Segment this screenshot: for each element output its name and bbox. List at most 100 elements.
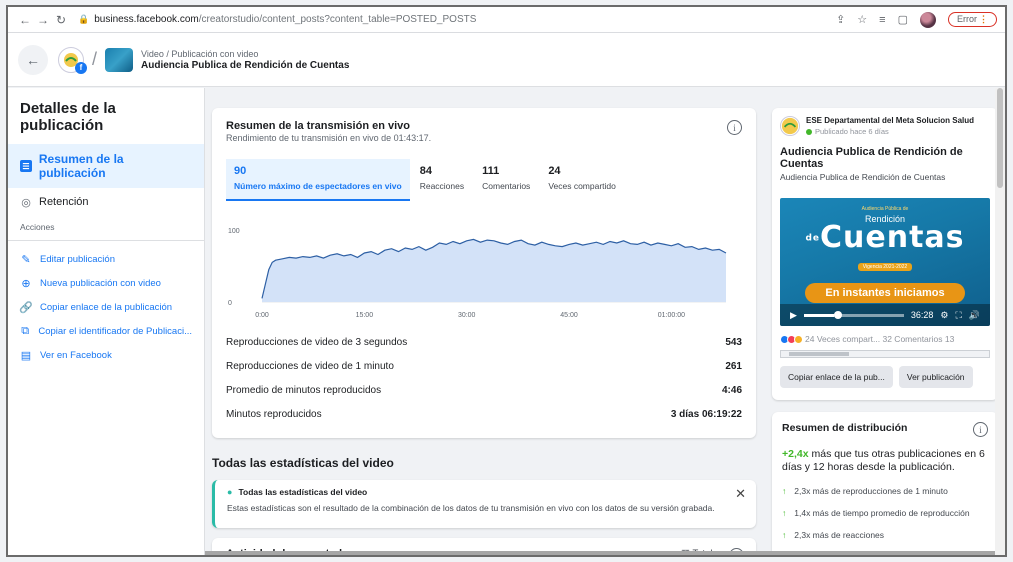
page-avatar (780, 116, 800, 136)
distribution-item: ↑ 1,4x más de tiempo promedio de reproduc… (782, 508, 970, 519)
live-summary-card: Resumen de la transmisión en vivo Rendim… (212, 108, 756, 438)
vertical-scrollbar[interactable] (995, 88, 1005, 555)
y-tick-label: 0 (228, 300, 232, 307)
video-player[interactable]: Audiencia Pública de Rendición deCuentas… (780, 198, 990, 326)
profile-avatar[interactable] (920, 11, 936, 28)
breadcrumb: Video / Publicación con video (141, 48, 259, 59)
sidebar-item-retention[interactable]: ◎ Retención (8, 188, 204, 216)
summary-icon: ☰ (20, 160, 32, 172)
menu-dots-icon: ⋮ (979, 14, 988, 24)
reading-list-icon[interactable]: ≡ (879, 14, 885, 26)
x-tick-label: 30:00 (458, 312, 476, 319)
chart-area (262, 239, 726, 302)
metric-shares[interactable]: 24 Veces compartido (540, 159, 624, 201)
error-button[interactable]: Error ⋮ (948, 12, 997, 27)
lock-icon: 🔒 (78, 14, 90, 24)
post-stats: 24 Veces compart... 32 Comentarios 13 (780, 334, 990, 344)
horizontal-scrollbar[interactable] (780, 350, 990, 358)
url-host: business.facebook.com (94, 14, 199, 25)
fullscreen-icon[interactable]: ⛶ (955, 310, 961, 321)
sidebar-title: Detalles de la publicación (20, 100, 116, 134)
close-icon[interactable]: ✕ (735, 486, 746, 502)
link-icon: 🔗 (19, 301, 33, 314)
copy-post-link-button[interactable]: Copiar enlace de la pub... (780, 366, 893, 388)
split-view-icon[interactable]: ▢ (898, 13, 908, 26)
sidebar: Detalles de la publicación ☰ Resumen de … (8, 88, 205, 555)
reactions-icon (780, 334, 803, 344)
distribution-summary-card: Resumen de distribución i +2,4x más que … (772, 412, 998, 555)
post-page-name[interactable]: ESE Departamental del Meta Solucion Salu… (806, 116, 976, 125)
stats-list: Reproducciones de video de 3 segundos 543… (226, 330, 742, 426)
breadcrumb-separator: / (92, 49, 98, 69)
distribution-lead: +2,4x más que tus otras publicaciones en… (782, 448, 985, 474)
x-tick-label: 45:00 (560, 312, 578, 319)
page-header: ← f / Video / Publicación con video Audi… (8, 33, 1005, 87)
reload-icon[interactable]: ↻ (52, 13, 70, 27)
page-logo: f (58, 46, 87, 74)
video-cta-banner: En instantes iniciamos (805, 283, 965, 303)
sidebar-item-summary[interactable]: ☰ Resumen de la publicación (8, 144, 204, 188)
stat-row: Promedio de minutos reproducidos 4:46 (226, 384, 742, 396)
stat-row: Reproducciones de video de 3 segundos 543 (226, 336, 742, 348)
info-icon[interactable]: i (727, 120, 742, 135)
view-post-button[interactable]: Ver publicación (898, 366, 973, 388)
distribution-item: ↑ 2,3x más de reacciones (782, 530, 885, 541)
metric-peak-viewers[interactable]: 90 Número máximo de espectadores en vivo (226, 159, 410, 201)
distribution-item: ↑ 2,3x más de reproducciones de 1 minuto (782, 486, 948, 497)
browser-window: ← → ↻ 🔒 business.facebook.com/creatorstu… (6, 5, 1007, 557)
play-icon[interactable]: ▶ (790, 310, 797, 321)
back-button[interactable]: ← (18, 44, 48, 75)
facebook-icon: f (75, 61, 87, 74)
retention-icon: ◎ (21, 196, 31, 209)
stat-row: Reproducciones de video de 1 minuto 261 (226, 360, 742, 372)
star-icon[interactable]: ☆ (857, 13, 867, 26)
share-icon[interactable]: ⇪ (836, 13, 845, 26)
bottom-scrollbar[interactable] (205, 551, 995, 555)
volume-icon[interactable]: 🔊 (969, 310, 980, 321)
copy-id-action[interactable]: ⧉ Copiar el identificador de Publicaci... (8, 319, 204, 343)
calendar-icon: ▤ (20, 349, 32, 362)
x-tick-label: 0:00 (255, 312, 269, 319)
edit-post-link[interactable]: ✎ Editar publicación (8, 247, 204, 271)
post-published: Publicado hace 6 días (815, 127, 889, 136)
video-thumbnail (105, 47, 134, 72)
forward-arrow-icon[interactable]: → (34, 13, 52, 27)
info-icon[interactable]: i (973, 422, 988, 437)
settings-gear-icon[interactable]: ⚙ (940, 310, 948, 321)
all-stats-heading: Todas las estadísticas del video (212, 456, 394, 470)
copy-icon: ⧉ (21, 324, 30, 337)
arrow-up-icon: ↑ (782, 508, 787, 519)
y-tick-label: 100 (228, 228, 240, 235)
metric-reactions[interactable]: 84 Reacciones (412, 159, 472, 201)
url-path: /creatorstudio/content_posts?content_tab… (198, 14, 477, 25)
bulb-icon: ● (227, 487, 233, 497)
address-bar[interactable]: 🔒 business.facebook.com/creatorstudio/co… (78, 14, 836, 25)
back-arrow-icon[interactable]: ← (16, 13, 34, 27)
pencil-icon: ✎ (21, 253, 31, 266)
live-summary-title: Resumen de la transmisión en vivo (226, 120, 411, 132)
video-progress[interactable] (803, 310, 904, 319)
distribution-title: Resumen de distribución (782, 422, 908, 434)
post-title: Audiencia Publica de Rendición de Cuenta… (780, 146, 963, 170)
viewers-area-chart: 100 0 0:00 15:00 30:00 45:00 01:00:00 (228, 228, 727, 319)
video-controls: ▶ 36:28 ⚙ ⛶ 🔊 (780, 304, 990, 326)
arrow-up-icon: ↑ (782, 530, 787, 541)
metric-tabs: 90 Número máximo de espectadores en vivo… (226, 159, 742, 201)
live-summary-subtitle: Rendimiento de tu transmisión en vivo de… (226, 133, 432, 143)
view-on-facebook-link[interactable]: ▤ Ver en Facebook (8, 343, 204, 367)
new-video-post-link[interactable]: ⊕ Nueva publicación con video (8, 271, 204, 295)
post-description: Audiencia Publica de Rendición de Cuenta… (780, 172, 946, 182)
plus-circle-icon: ⊕ (21, 277, 31, 290)
x-tick-label: 01:00:00 (658, 312, 685, 319)
copy-link-action[interactable]: 🔗 Copiar enlace de la publicación (8, 295, 204, 319)
video-time: 36:28 (910, 310, 934, 320)
actions-section-label: Acciones (8, 216, 204, 241)
metric-comments[interactable]: 111 Comentarios (474, 159, 538, 201)
all-stats-notice: ● Todas las estadísticas del video Estas … (212, 480, 756, 528)
published-dot-icon (806, 128, 812, 135)
stat-row: Minutos reproducidos 3 días 06:19:22 (226, 408, 742, 420)
browser-toolbar: ← → ↻ 🔒 business.facebook.com/creatorstu… (8, 7, 1005, 33)
post-preview-card: ESE Departamental del Meta Solucion Salu… (772, 108, 998, 400)
arrow-up-icon: ↑ (782, 486, 787, 497)
main-content: Resumen de la transmisión en vivo Rendim… (205, 88, 1005, 555)
